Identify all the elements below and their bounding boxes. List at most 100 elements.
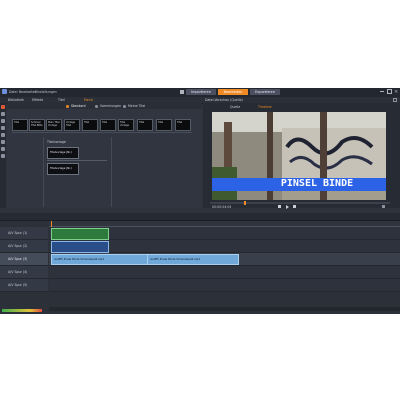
track-header: A/V Spur (4) bbox=[0, 266, 48, 279]
thumbnail-label: Titel bbox=[102, 121, 108, 124]
template-card[interactable]: Titelvorlage (Nr.) bbox=[47, 163, 79, 175]
thumbnail-label: Titel bbox=[158, 121, 164, 124]
timeline-scrollbar[interactable] bbox=[49, 307, 400, 311]
transition-icon[interactable] bbox=[1, 154, 5, 158]
video-frame[interactable]: PINSEL BINDE bbox=[212, 112, 386, 200]
play-button[interactable] bbox=[286, 205, 289, 209]
forward-button[interactable] bbox=[293, 205, 296, 208]
tab-export[interactable]: Exportieren bbox=[250, 89, 280, 95]
radio-standard-icon[interactable] bbox=[66, 105, 69, 108]
clip-label: Graffiti Pinsel Binde Schwarzweiß.mp4 bbox=[150, 258, 200, 261]
thumbnail-label: Titel Vorlage bbox=[120, 121, 130, 127]
track-header: A/V Spur (2) bbox=[0, 240, 48, 253]
panel-divider bbox=[111, 137, 112, 207]
track-lane bbox=[49, 240, 400, 253]
thumbnail-label: Titel bbox=[139, 121, 145, 124]
track-lane: Graffiti Pinsel Binde Schwarzweiß.mp4 Gr… bbox=[49, 253, 400, 266]
track-lane bbox=[49, 279, 400, 292]
title-thumbnail[interactable]: Mein Titel Vorlage bbox=[46, 119, 62, 131]
tag-icon[interactable] bbox=[1, 133, 5, 137]
card-label: Titelvorlage (Nr.) bbox=[50, 167, 72, 170]
preview-header: Datei-Vorschau (Quelle) bbox=[205, 98, 243, 102]
title-thumbnail[interactable]: Titel bbox=[82, 119, 98, 131]
thumbnail-label: Titel bbox=[84, 121, 90, 124]
home-icon[interactable] bbox=[180, 90, 184, 94]
radio-mytitles-icon[interactable] bbox=[123, 105, 126, 108]
thumbnail-caption-row bbox=[12, 132, 192, 133]
track-name: A/V Spur (4) bbox=[8, 270, 28, 274]
folder-icon[interactable] bbox=[1, 112, 5, 116]
tab-edit[interactable]: Bearbeiten bbox=[218, 89, 248, 95]
subtab-collections[interactable]: Sammlungen bbox=[100, 104, 121, 108]
app-logo-icon bbox=[2, 89, 7, 94]
thumbnail-label: Vorlage Titel bbox=[66, 121, 76, 127]
track-lane bbox=[49, 266, 400, 279]
thumbnail-label: Mein Titel Vorlage bbox=[48, 121, 60, 127]
rewind-button[interactable] bbox=[278, 205, 281, 208]
close-icon[interactable]: × bbox=[394, 89, 398, 95]
title-thumbnail[interactable]: Titel bbox=[156, 119, 172, 131]
title-thumbnail[interactable]: Titel bbox=[100, 119, 116, 131]
tab-timeline[interactable]: Timeline bbox=[258, 105, 272, 109]
effects-tab[interactable]: Effekte bbox=[32, 98, 43, 102]
timeline-toolbar bbox=[0, 213, 400, 221]
preview-scrubber[interactable] bbox=[210, 202, 390, 204]
title-thumbnail[interactable]: Titel Vorlage bbox=[118, 119, 134, 131]
title-bar: Datei Bearbeiten Einstellungen Importier… bbox=[0, 88, 400, 97]
maximize-icon[interactable] bbox=[387, 89, 392, 94]
menu-tab[interactable]: Menü bbox=[84, 98, 93, 102]
thumbnail-label: Titel bbox=[177, 121, 183, 124]
track-header: A/V Spur (1) bbox=[0, 227, 48, 240]
video-clip[interactable]: Graffiti Pinsel Binde Schwarzweiß.mp4 bbox=[51, 254, 148, 265]
expand-icon[interactable] bbox=[393, 98, 397, 102]
app-window: Datei Bearbeiten Einstellungen Importier… bbox=[0, 88, 400, 314]
menu-settings[interactable]: Einstellungen bbox=[35, 90, 57, 94]
left-icon-strip bbox=[0, 103, 6, 208]
title-thumbnail[interactable]: Titel bbox=[137, 119, 153, 131]
template-card[interactable]: Titelvorlage (Nr.) bbox=[47, 147, 79, 159]
title-thumbnail[interactable]: Schöner Titel Bitte bbox=[29, 119, 45, 131]
star-icon[interactable] bbox=[1, 119, 5, 123]
thumbnail-label: Schöner Titel Bitte bbox=[31, 121, 43, 127]
title-thumbnail[interactable]: Vorlage Titel bbox=[64, 119, 80, 131]
library-tab[interactable]: Bibliothek bbox=[8, 98, 24, 102]
menu-file[interactable]: Datei bbox=[9, 90, 18, 94]
track-lane bbox=[49, 227, 400, 240]
track-name: A/V Spur (1) bbox=[8, 231, 28, 235]
tab-import[interactable]: Importieren bbox=[186, 89, 216, 95]
minimize-icon[interactable] bbox=[380, 91, 384, 92]
title-thumbnail[interactable]: Titel bbox=[175, 119, 191, 131]
media-icon[interactable] bbox=[1, 105, 5, 109]
title-thumbnail[interactable]: Titel bbox=[12, 119, 28, 131]
preview-playhead-icon[interactable] bbox=[244, 201, 246, 205]
preview-timecode: 00:00:04:04 bbox=[212, 205, 232, 209]
overlay-title: PINSEL BINDE bbox=[280, 178, 354, 189]
tab-source[interactable]: Quelle bbox=[230, 105, 240, 109]
video-clip[interactable]: Graffiti Pinsel Binde Schwarzweiß.mp4 bbox=[147, 254, 239, 265]
clip-label: Graffiti Pinsel Binde Schwarzweiß.mp4 bbox=[54, 258, 104, 261]
title-clip[interactable] bbox=[51, 241, 109, 253]
section-label: Titelvorlage bbox=[47, 140, 66, 144]
track-name: A/V Spur (5) bbox=[8, 283, 28, 287]
text-icon[interactable] bbox=[1, 147, 5, 151]
titles-tab[interactable]: Titel bbox=[58, 98, 65, 102]
library-panel: Standard Sammlungen Meine Titel Titel Sc… bbox=[7, 103, 202, 208]
track-name: A/V Spur (2) bbox=[8, 244, 28, 248]
library-subtabs: Standard Sammlungen Meine Titel bbox=[7, 103, 202, 109]
track-name: A/V Spur (3) bbox=[8, 257, 28, 261]
subtab-standard[interactable]: Standard bbox=[71, 104, 86, 108]
title-clip[interactable] bbox=[51, 228, 109, 240]
panel-divider bbox=[43, 137, 44, 207]
thumbnail-label: Titel bbox=[14, 121, 20, 124]
subtab-mytitles[interactable]: Meine Titel bbox=[128, 104, 145, 108]
music-icon[interactable] bbox=[1, 140, 5, 144]
radio-collections-icon[interactable] bbox=[95, 105, 98, 108]
track-header: A/V Spur (5) bbox=[0, 279, 48, 292]
card-divider bbox=[47, 160, 107, 161]
volume-icon[interactable] bbox=[382, 205, 385, 208]
timeline-panel: A/V Spur (1) A/V Spur (2) A/V Spur (3) G… bbox=[0, 213, 400, 314]
filter-icon[interactable] bbox=[1, 126, 5, 130]
menu-edit[interactable]: Bearbeiten bbox=[19, 90, 37, 94]
track-header: A/V Spur (3) bbox=[0, 253, 48, 266]
audio-meter bbox=[2, 309, 42, 312]
